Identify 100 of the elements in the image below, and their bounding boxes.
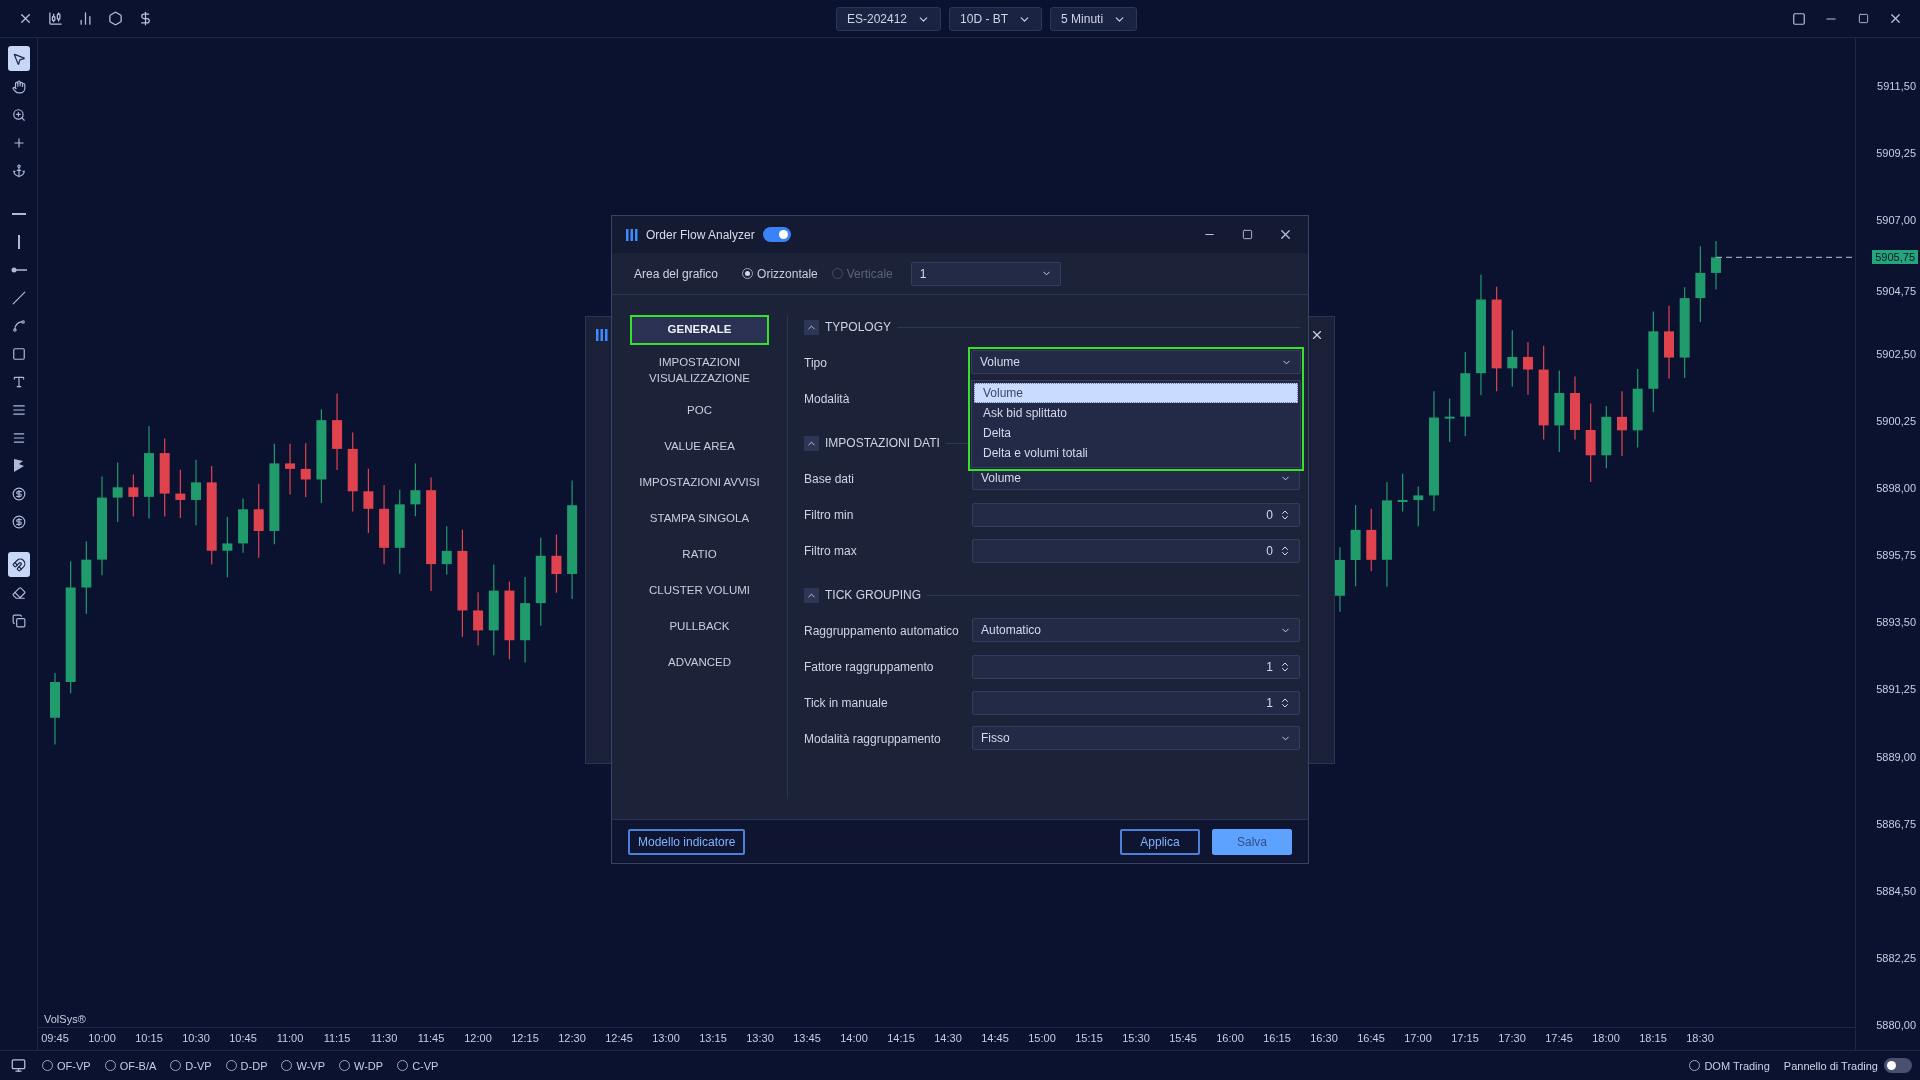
indicator-radio[interactable]: D-DP: [225, 1059, 268, 1072]
selector-dropdown[interactable]: 5 Minuti: [1050, 7, 1138, 31]
dom-trading-radio[interactable]: DOM Trading: [1689, 1059, 1770, 1072]
number-field[interactable]: 1: [972, 691, 1300, 715]
field-label: Raggruppamento automatico: [804, 624, 960, 638]
time-label: 11:30: [370, 1032, 398, 1044]
settings-nav-item[interactable]: VALUE AREA: [630, 432, 769, 463]
number-field[interactable]: 0: [972, 503, 1300, 527]
time-label: 17:00: [1404, 1032, 1432, 1044]
select-field[interactable]: Volume: [971, 350, 1301, 374]
time-label: 16:15: [1263, 1032, 1291, 1044]
bars-icon: [596, 329, 608, 341]
spinner-icon[interactable]: [1279, 661, 1291, 673]
number-field[interactable]: 1: [972, 655, 1300, 679]
text-icon: [11, 374, 26, 389]
settings-nav-item[interactable]: CLUSTER VOLUMI: [630, 576, 769, 607]
indicator-radio[interactable]: W-VP: [281, 1059, 325, 1072]
candle: [222, 516, 233, 578]
magnet-icon: [11, 557, 26, 572]
price-label: 5898,00: [1876, 482, 1916, 495]
dropdown-option[interactable]: Volume: [974, 383, 1298, 403]
dropdown-option[interactable]: Ask bid splittato: [974, 403, 1298, 423]
price-label: 5891,25: [1876, 683, 1916, 696]
candle: [128, 473, 139, 518]
settings-nav-item[interactable]: POC: [630, 396, 769, 427]
time-label: 10:30: [182, 1032, 210, 1044]
settings-nav-item[interactable]: RATIO: [630, 540, 769, 571]
bars-icon: [626, 228, 638, 241]
spinner-icon[interactable]: [1279, 545, 1291, 557]
chart-area-label: Area del grafico: [634, 266, 719, 281]
field-label: Base dati: [804, 472, 856, 486]
candle: [410, 462, 421, 517]
price-label: 5884,50: [1876, 884, 1916, 897]
template-button[interactable]: Modello indicatore: [628, 828, 746, 855]
collapse-icon[interactable]: [804, 319, 819, 335]
last-price-badge: 5905,75: [1872, 250, 1918, 265]
list-icon: [11, 430, 26, 445]
chart-area-select[interactable]: 1: [910, 261, 1061, 286]
tool-button[interactable]: [7, 552, 30, 577]
candle: [363, 468, 374, 534]
time-label: 15:45: [1169, 1032, 1197, 1044]
price-label: 5909,25: [1876, 147, 1916, 160]
settings-nav-item[interactable]: IMPOSTAZIONI VISUALIZZAZIONE: [630, 351, 769, 391]
collapse-icon[interactable]: [804, 587, 819, 603]
candle: [1334, 546, 1345, 613]
orientation-radio[interactable]: Orizzontale: [742, 266, 818, 281]
settings-nav-item[interactable]: STAMPA SINGOLA: [630, 504, 769, 535]
time-label: 14:15: [887, 1032, 915, 1044]
close-icon[interactable]: [1310, 328, 1324, 342]
spinner-icon[interactable]: [1279, 697, 1291, 709]
price-label: 5900,25: [1876, 415, 1916, 428]
price-label: 5911,50: [1877, 80, 1916, 92]
time-label: 13:15: [699, 1032, 727, 1044]
field-label: Fattore raggruppamento: [804, 660, 935, 674]
selector-dropdown[interactable]: ES-202412: [836, 7, 942, 31]
settings-nav-item[interactable]: IMPOSTAZIONI AVVISI: [630, 468, 769, 499]
dollar-coin-icon: [11, 514, 26, 529]
time-label: 12:30: [558, 1032, 586, 1044]
section-title: TICK GROUPING: [825, 588, 921, 602]
price-label: 5895,75: [1876, 549, 1916, 562]
dropdown-option[interactable]: Delta: [974, 423, 1298, 443]
candle: [175, 469, 186, 519]
time-label: 12:15: [511, 1032, 539, 1044]
time-label: 13:45: [793, 1032, 821, 1044]
field-label: Modalità: [804, 392, 851, 406]
indicator-radio[interactable]: D-VP: [170, 1059, 212, 1072]
settings-nav-item[interactable]: PULLBACK: [630, 612, 769, 643]
number-field[interactable]: 0: [972, 539, 1300, 563]
trading-panel-toggle[interactable]: [1884, 1058, 1912, 1073]
time-label: 16:00: [1216, 1032, 1244, 1044]
settings-nav-item[interactable]: GENERALE: [630, 315, 769, 345]
hand-icon: [11, 79, 26, 94]
candle: [1507, 329, 1518, 388]
time-label: 10:45: [229, 1032, 257, 1044]
selector-dropdown[interactable]: 10D - BT: [949, 7, 1043, 31]
time-label: 16:45: [1357, 1032, 1385, 1044]
select-field[interactable]: Fisso: [972, 726, 1300, 750]
candle: [1397, 473, 1408, 512]
time-label: 14:00: [840, 1032, 868, 1044]
indicator-radio[interactable]: OF-B/A: [104, 1059, 157, 1072]
apply-button[interactable]: Applica: [1120, 828, 1200, 855]
time-label: 11:00: [276, 1032, 304, 1044]
time-label: 15:15: [1075, 1032, 1103, 1044]
spinner-icon[interactable]: [1279, 509, 1291, 521]
indicator-radio[interactable]: W-DP: [339, 1059, 384, 1072]
candle: [1617, 390, 1627, 457]
time-label: 12:45: [605, 1032, 633, 1044]
settings-nav-item[interactable]: ADVANCED: [630, 648, 769, 679]
horizontal-line-icon: [11, 212, 26, 215]
field-label: Tick in manuale: [804, 696, 889, 710]
trading-panel-label: Pannello di Trading: [1783, 1059, 1878, 1072]
tool-button[interactable]: [7, 46, 30, 71]
section-title: TYPOLOGY: [825, 320, 892, 334]
indicator-radio[interactable]: C-VP: [397, 1059, 439, 1072]
zoom-icon: [11, 107, 26, 122]
select-field[interactable]: Automatico: [972, 618, 1300, 642]
collapse-icon[interactable]: [804, 435, 819, 451]
dropdown-option[interactable]: Delta e volumi totali: [974, 443, 1298, 463]
indicator-radio[interactable]: OF-VP: [42, 1059, 91, 1072]
enable-toggle[interactable]: [762, 227, 791, 242]
